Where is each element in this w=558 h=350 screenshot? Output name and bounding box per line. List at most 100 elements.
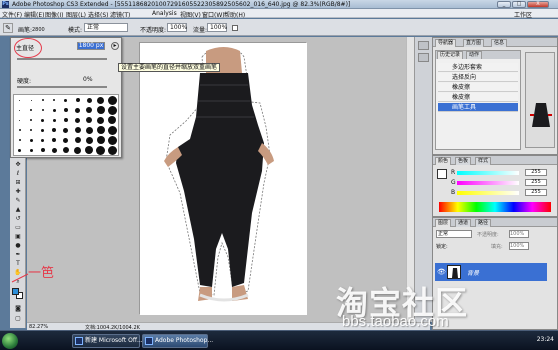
opacity-field[interactable]: 100%	[167, 23, 187, 32]
brush-preset[interactable]	[83, 145, 95, 155]
dock-icon[interactable]	[418, 53, 429, 62]
history-item-selected[interactable]: 画笔工具	[438, 103, 518, 112]
layer-opacity-field[interactable]: 100%	[509, 230, 529, 238]
brush-preset[interactable]	[106, 135, 118, 145]
brush-preset[interactable]	[14, 145, 26, 155]
layer-name[interactable]: 背景	[467, 268, 479, 277]
hardness-value[interactable]: 0%	[83, 76, 93, 83]
diameter-slider[interactable]	[17, 58, 107, 60]
tab-styles[interactable]: 样式	[475, 157, 492, 165]
menu-file[interactable]: 文件(F)	[2, 10, 22, 19]
brush-preset[interactable]	[14, 115, 26, 125]
gradient-tool-icon[interactable]: ▣	[11, 232, 25, 241]
brush-preset[interactable]	[95, 125, 107, 135]
quick-mask-icon[interactable]: ◙	[11, 304, 25, 313]
brush-preset[interactable]	[106, 125, 118, 135]
brush-preset[interactable]	[49, 105, 61, 115]
brush-preset[interactable]	[95, 145, 107, 155]
brush-presets-grid[interactable]	[13, 94, 119, 156]
brush-preset[interactable]	[72, 145, 84, 155]
blend-mode-select[interactable]: 正常	[436, 230, 472, 238]
brush-preset[interactable]	[95, 95, 107, 105]
brush-preset[interactable]	[37, 105, 49, 115]
vertical-scrollbar[interactable]	[406, 37, 414, 322]
brush-preset[interactable]	[60, 125, 72, 135]
brush-preset[interactable]	[83, 125, 95, 135]
tab-channels[interactable]: 通道	[455, 219, 472, 227]
brush-tool-icon[interactable]: ✎	[3, 23, 13, 33]
brush-preset[interactable]	[106, 145, 118, 155]
color-spectrum[interactable]	[439, 202, 551, 212]
brush-preset[interactable]	[72, 95, 84, 105]
taskbar-item-word[interactable]: 新建 Microsoft Off...	[72, 334, 143, 348]
brush-preset[interactable]	[83, 135, 95, 145]
brush-preset[interactable]	[72, 115, 84, 125]
brush-preset[interactable]	[49, 95, 61, 105]
color-swatches[interactable]	[12, 288, 23, 299]
brush-preset[interactable]	[14, 125, 26, 135]
flow-field[interactable]: 100%	[207, 23, 227, 32]
channel-g-slider[interactable]	[457, 181, 519, 185]
brush-preset[interactable]	[95, 135, 107, 145]
brush-preset[interactable]	[60, 145, 72, 155]
brush-preset[interactable]	[26, 95, 38, 105]
channel-b-slider[interactable]	[457, 191, 519, 195]
tab-histogram[interactable]: 直方图	[463, 39, 485, 47]
menu-select[interactable]: 选择(S)	[88, 10, 109, 19]
hardness-slider[interactable]	[17, 86, 107, 88]
tab-actions[interactable]: 动作	[466, 51, 483, 59]
navigator-thumbnail[interactable]	[525, 52, 555, 148]
brush-preset[interactable]	[95, 115, 107, 125]
minimize-button[interactable]: _	[497, 1, 511, 8]
lasso-tool-icon[interactable]: ℓ	[11, 169, 25, 178]
history-item[interactable]: 多边形套索	[438, 63, 518, 72]
screen-mode-icon[interactable]: ▢	[11, 314, 25, 323]
move-tool-icon[interactable]: ✥	[11, 160, 25, 169]
brush-preset[interactable]	[14, 105, 26, 115]
history-brush-icon[interactable]: ↺	[11, 214, 25, 223]
brush-preset[interactable]	[106, 115, 118, 125]
history-item[interactable]: 选择反向	[438, 73, 518, 82]
brush-preset[interactable]	[60, 135, 72, 145]
menu-help[interactable]: 帮助(H)	[224, 10, 245, 19]
brush-preset[interactable]	[49, 135, 61, 145]
brush-preset[interactable]	[26, 145, 38, 155]
mode-select[interactable]: 正常	[84, 23, 128, 32]
tab-color[interactable]: 颜色	[435, 157, 452, 165]
brush-preset[interactable]	[72, 125, 84, 135]
diameter-field[interactable]: 1800 px	[77, 42, 105, 50]
brush-preset[interactable]	[26, 105, 38, 115]
tab-paths[interactable]: 路径	[475, 219, 492, 227]
history-item[interactable]: 橡皮擦	[438, 83, 518, 92]
channel-r-slider[interactable]	[457, 171, 519, 175]
workspace-button[interactable]: 工作区	[514, 10, 532, 19]
menu-edit[interactable]: 编辑(E)	[24, 10, 44, 19]
healing-tool-icon[interactable]: ✚	[11, 187, 25, 196]
brush-preset[interactable]	[95, 105, 107, 115]
brush-preset[interactable]	[49, 145, 61, 155]
dock-icon[interactable]	[418, 41, 429, 50]
brush-tool-icon[interactable]: ✎	[11, 196, 25, 205]
color-fg-swatch[interactable]	[437, 169, 447, 179]
brush-preset[interactable]	[26, 135, 38, 145]
menu-view[interactable]: 视图(V)	[180, 10, 201, 19]
brush-preset[interactable]	[37, 115, 49, 125]
brush-preset[interactable]	[26, 125, 38, 135]
taskbar-item-photoshop[interactable]: Adobe Photoshop...	[142, 334, 213, 348]
menu-filter[interactable]: 滤镜(T)	[110, 10, 130, 19]
channel-r-value[interactable]: 255	[525, 169, 547, 176]
tab-history[interactable]: 历史记录	[437, 51, 464, 59]
brush-preset[interactable]	[37, 145, 49, 155]
brush-preset[interactable]	[26, 115, 38, 125]
menu-image[interactable]: 图像(I)	[45, 10, 63, 19]
brush-size[interactable]: 2800	[32, 27, 45, 33]
popup-menu-icon[interactable]: ▸	[111, 42, 119, 50]
tab-layers[interactable]: 图层	[435, 219, 452, 227]
maximize-button[interactable]: □	[512, 1, 526, 8]
brush-preset[interactable]	[60, 105, 72, 115]
brush-preset[interactable]	[106, 95, 118, 105]
brush-preset[interactable]	[37, 125, 49, 135]
brush-preset[interactable]	[106, 105, 118, 115]
start-button[interactable]	[2, 333, 18, 349]
menu-analysis[interactable]: Analysis	[152, 10, 177, 17]
